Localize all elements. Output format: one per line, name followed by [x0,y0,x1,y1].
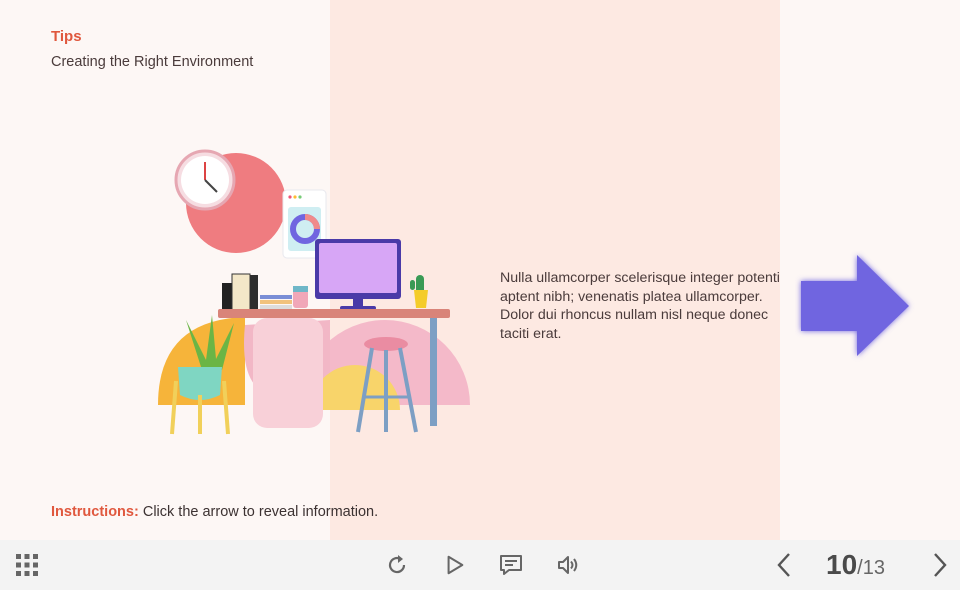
volume-icon [558,556,578,574]
previous-icon [777,553,790,577]
page-indicator: 10/13 [826,540,885,590]
next-button[interactable] [924,540,956,590]
previous-button[interactable] [768,540,800,590]
volume-button[interactable] [552,540,584,590]
replay-icon [388,555,406,574]
captions-icon [500,555,522,575]
menu-grid-icon [16,554,38,576]
slide: Tips Creating the Right Environment Null… [0,0,960,540]
instructions-text: Click the arrow to reveal information. [138,504,379,520]
workspace-illustration [158,149,470,435]
instructions-label: Instructions: [51,504,139,520]
right-arrow-icon[interactable] [795,250,920,365]
play-button[interactable] [439,540,471,590]
player-control-bar: 10/13 [0,540,960,590]
play-icon [447,555,464,575]
instructions: Instructions: Click the arrow to reveal … [51,504,378,520]
information-text: Nulla ullamcorper scelerisque integer po… [500,270,780,342]
replay-button[interactable] [381,540,413,590]
next-icon [934,553,947,577]
captions-button[interactable] [495,540,527,590]
menu-button[interactable] [10,540,44,590]
slide-heading: Tips [51,28,82,45]
current-page: 10 [826,549,858,580]
slide-subtitle: Creating the Right Environment [51,54,254,70]
total-pages: /13 [857,556,885,579]
